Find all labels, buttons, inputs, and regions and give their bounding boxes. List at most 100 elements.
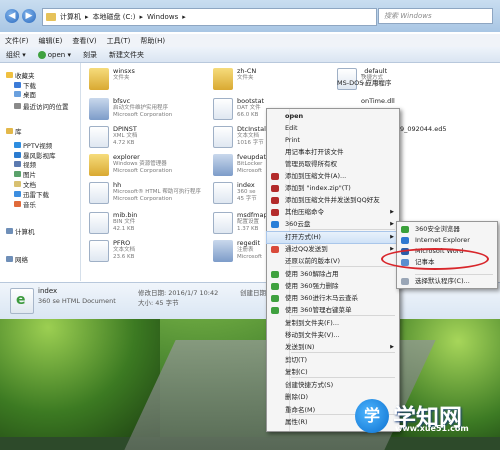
sidebar-item[interactable]: 库: [6, 126, 22, 136]
document-icon: [213, 98, 233, 120]
file-name: regedit: [237, 239, 261, 247]
open-with-item-label: 360安全浏览器: [415, 225, 460, 233]
file-text: mib.bin BIN 文件 42.1 KB: [113, 211, 137, 233]
context-menu-item[interactable]: Edit: [267, 123, 399, 134]
context-menu-item[interactable]: Print: [267, 135, 399, 146]
context-menu-item[interactable]: 移动到文件夹(V)...: [267, 330, 399, 341]
sidebar-item[interactable]: 计算机: [6, 226, 35, 236]
file-item[interactable]: fveupdate BitLocker Microsoft: [213, 153, 270, 181]
sidebar-item[interactable]: 视频: [14, 159, 36, 169]
sidebar-item-label: 音乐: [23, 201, 36, 209]
breadcrumb-computer[interactable]: 计算机: [60, 12, 81, 22]
file-detail: Microsoft Corporation: [113, 168, 173, 174]
sidebar-item[interactable]: 最近访问的位置: [14, 101, 69, 111]
menu-view[interactable]: 查看(V): [72, 36, 96, 46]
file-detail: Microsoft Corporation: [113, 196, 173, 202]
open-button[interactable]: open ▾: [37, 50, 71, 59]
status-size: 大小: 45 字节: [138, 299, 179, 307]
context-menu-item[interactable]: 使用 360进行木马云查杀: [267, 293, 399, 304]
file-item[interactable]: msdfmap 配置设置 1.37 KB: [213, 211, 268, 239]
open-with-item[interactable]: 选择默认程序(C)...: [397, 276, 497, 287]
context-menu-item[interactable]: 复制到文件夹(F)...: [267, 318, 399, 329]
context-menu-item[interactable]: 用记事本打开该文件: [267, 147, 399, 158]
file-detail: 文件夹: [237, 75, 254, 81]
watermark-url: www.xue51.com: [395, 424, 469, 433]
menu-bar: 文件(F) 编辑(E) 查看(V) 工具(T) 帮助(H): [0, 34, 500, 47]
forward-icon[interactable]: ▶: [22, 9, 36, 23]
document-icon: [89, 126, 109, 148]
sidebar-item-label: 库: [15, 128, 22, 136]
open-with-item[interactable]: 360安全浏览器: [397, 224, 497, 235]
breadcrumb-windows[interactable]: Windows: [147, 13, 178, 21]
context-menu-item[interactable]: open: [267, 111, 399, 122]
file-item[interactable]: bfsvc 启动文件维护实用程序 Microsoft Corporation: [89, 97, 172, 125]
sidebar-item[interactable]: 网络: [6, 254, 28, 264]
open-with-item[interactable]: Internet Explorer: [397, 235, 497, 246]
file-name: MS-DOS 应用程序: [337, 79, 392, 87]
context-menu-item[interactable]: 使用 360强力删除: [267, 281, 399, 292]
menu-item-icon: [271, 307, 279, 314]
context-menu-item[interactable]: 使用 360解除占用: [267, 269, 399, 280]
search-input[interactable]: 搜索 Windows: [378, 8, 493, 24]
burn-button[interactable]: 刻录: [83, 50, 97, 60]
file-item[interactable]: winsxs 文件夹: [89, 67, 135, 95]
watermark-logo: 学: [355, 399, 389, 433]
status-modified: 修改日期: 2016/1/7 10:42: [138, 289, 219, 297]
sidebar-item[interactable]: 桌面: [14, 89, 36, 99]
context-menu-item[interactable]: 其他压缩命令 ▶: [267, 207, 399, 218]
file-text: zh-CN 文件夹: [237, 67, 256, 82]
file-item[interactable]: DtcInstall 文本文档 1016 字节: [213, 125, 268, 153]
breadcrumb-drive[interactable]: 本地磁盘 (C:): [93, 12, 136, 22]
menu-item-label: 打开方式(H): [285, 233, 321, 241]
application-icon: [89, 98, 109, 120]
context-menu-item[interactable]: 创建快捷方式(S): [267, 380, 399, 391]
file-item[interactable]: bootstat DAT 文件 66.0 KB: [213, 97, 264, 125]
file-item[interactable]: regedit 注册表 Microsoft: [213, 239, 262, 267]
file-item[interactable]: zh-CN 文件夹: [213, 67, 256, 95]
sidebar-item[interactable]: 文档: [14, 179, 36, 189]
context-menu-item[interactable]: 管理员取得所有权: [267, 159, 399, 170]
file-item[interactable]: mib.bin BIN 文件 42.1 KB: [89, 211, 137, 239]
menu-file[interactable]: 文件(F): [5, 36, 29, 46]
context-menu-item[interactable]: 打开方式(H) ▶: [266, 231, 400, 244]
menu-item-label: 剪切(T): [285, 356, 308, 364]
file-name: _default: [361, 67, 388, 75]
sidebar-item-icon: [14, 191, 21, 197]
file-detail: 文本文档: [113, 247, 136, 253]
organize-button[interactable]: 组织 ▾: [6, 50, 26, 60]
sidebar-item[interactable]: 音乐: [14, 199, 36, 209]
file-text: onTime.dll: [361, 97, 395, 105]
sidebar-item-icon: [14, 103, 21, 109]
address-bar[interactable]: 计算机 ▸ 本地磁盘 (C:) ▸ Windows ▸: [42, 8, 377, 26]
menu-edit[interactable]: 编辑(E): [39, 36, 63, 46]
context-menu-item[interactable]: 剪切(T): [267, 355, 399, 366]
tree-left: [0, 300, 160, 437]
context-menu-item[interactable]: 添加到压缩文件并发送到QQ好友: [267, 195, 399, 206]
sidebar-item[interactable]: 图片: [14, 169, 36, 179]
file-name: DPINST: [113, 125, 137, 133]
file-item[interactable]: PFRO 文本文档 23.6 KB: [89, 239, 135, 267]
sidebar-item-label: 最近访问的位置: [23, 103, 69, 111]
file-item[interactable]: index 360 se 45 字节: [213, 181, 257, 209]
menu-item-icon: [271, 271, 279, 278]
file-text: DPINST XML 文档 4.72 KB: [113, 125, 137, 147]
sidebar-item[interactable]: 迅雷下载: [14, 189, 49, 199]
document-icon: [89, 182, 109, 204]
file-text: msdfmap 配置设置 1.37 KB: [237, 211, 268, 233]
file-item[interactable]: DPINST XML 文档 4.72 KB: [89, 125, 137, 153]
menu-item-label: 使用 360解除占用: [285, 270, 339, 278]
menu-tools[interactable]: 工具(T): [107, 36, 131, 46]
sidebar-item-label: 迅雷下载: [23, 191, 49, 199]
context-menu-item[interactable]: 添加到 "index.zip"(T): [267, 183, 399, 194]
sidebar-item[interactable]: PPTV视频: [14, 140, 52, 150]
file-item[interactable]: explorer Windows 资源管理器 Microsoft Corporati…: [89, 153, 172, 181]
context-menu-item[interactable]: 添加到压缩文件(A)...: [267, 171, 399, 182]
file-detail: 文件夹: [113, 75, 130, 81]
back-icon[interactable]: ◀: [5, 9, 19, 23]
menu-item-label: 用记事本打开该文件: [285, 148, 344, 156]
sidebar-item[interactable]: 收藏夹: [6, 70, 35, 80]
menu-help[interactable]: 帮助(H): [140, 36, 165, 46]
file-item[interactable]: hh Microsoft® HTML 帮助可执行程序 Microsoft Corpo…: [89, 181, 201, 209]
new-folder-button[interactable]: 新建文件夹: [109, 50, 144, 60]
context-menu-item[interactable]: 通过QQ发送到 ▶: [267, 244, 399, 255]
